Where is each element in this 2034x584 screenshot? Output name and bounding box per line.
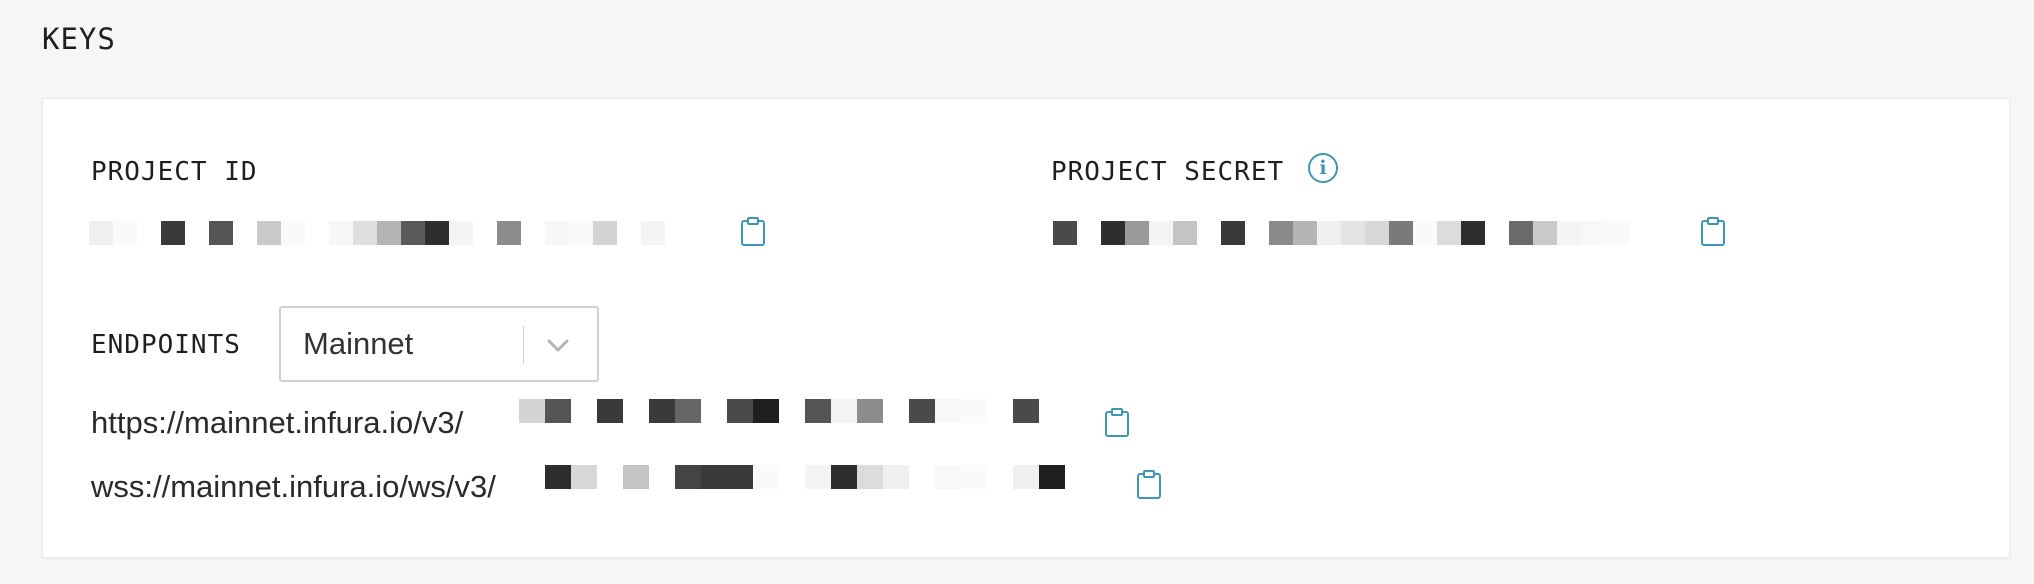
copy-https-endpoint-icon[interactable] (1104, 408, 1130, 438)
section-title: KEYS (42, 22, 116, 56)
project-id-value (89, 221, 665, 245)
network-select-value: Mainnet (303, 326, 414, 361)
copy-wss-endpoint-icon[interactable] (1136, 470, 1162, 500)
project-secret-label: PROJECT SECRET (1051, 157, 1285, 187)
info-icon[interactable]: i (1308, 153, 1338, 183)
network-select[interactable]: Mainnet (279, 306, 599, 382)
endpoints-label: ENDPOINTS (91, 330, 241, 360)
https-endpoint-key (519, 399, 1039, 423)
wss-endpoint-key (545, 465, 1065, 489)
copy-project-id-icon[interactable] (740, 217, 766, 247)
select-divider (523, 326, 524, 364)
copy-project-secret-icon[interactable] (1700, 217, 1726, 247)
project-id-label: PROJECT ID (91, 157, 258, 187)
chevron-down-icon[interactable] (543, 330, 573, 360)
keys-card: PROJECT ID PROJECT SECRET i ENDPOINTS Ma… (42, 98, 2010, 558)
https-endpoint-url: https://mainnet.infura.io/v3/ (91, 405, 464, 440)
project-secret-value (1053, 221, 1629, 245)
wss-endpoint-url: wss://mainnet.infura.io/ws/v3/ (91, 469, 496, 504)
